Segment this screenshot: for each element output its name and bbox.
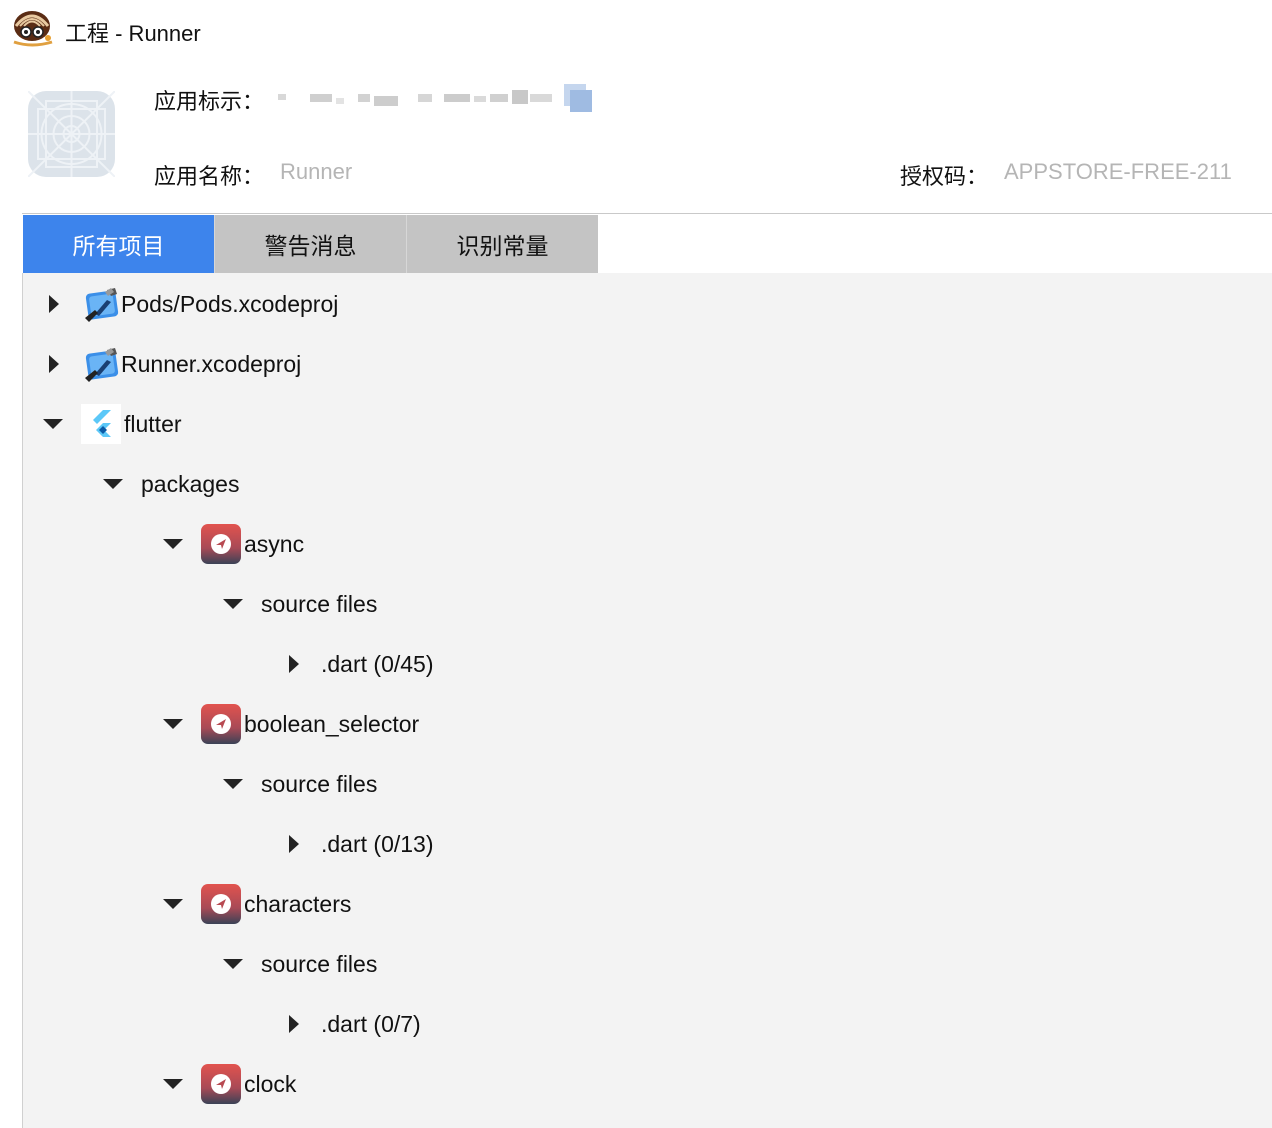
tree-node-package-async[interactable]: async <box>161 524 304 564</box>
tree-node-label: source files <box>261 950 378 977</box>
dart-package-icon <box>201 884 241 924</box>
xcode-project-icon <box>81 344 121 384</box>
title-bar: 工程 - Runner <box>0 0 1272 62</box>
expand-caret-icon[interactable] <box>281 1012 305 1036</box>
collapse-caret-icon[interactable] <box>101 472 125 496</box>
app-name-label: 应用名称： <box>154 164 265 189</box>
tree-node-pods-project[interactable]: Pods/Pods.xcodeproj <box>41 284 338 324</box>
expand-caret-icon[interactable] <box>41 352 65 376</box>
app-window: 工程 - Runner 应用标示： 应用名称： Runner 授权码： APPS… <box>0 0 1272 1128</box>
tree-node-package-clock[interactable]: clock <box>161 1064 296 1104</box>
project-tree: Pods/Pods.xcodeproj Runner.xcodeproj flu… <box>22 273 1272 1128</box>
app-name-value: Runner <box>280 159 353 184</box>
license-label: 授权码： <box>900 164 989 189</box>
tree-node-label: clock <box>244 1070 297 1097</box>
tree-node-runner-project[interactable]: Runner.xcodeproj <box>41 344 301 384</box>
tree-node-label: flutter <box>124 410 182 437</box>
app-logo-icon <box>13 11 53 47</box>
tree-node-label: source files <box>261 590 378 617</box>
flutter-icon <box>81 404 121 444</box>
tree-node-dart-files[interactable]: .dart (0/45) <box>281 644 434 684</box>
tree-node-label: .dart (0/7) <box>321 1010 421 1037</box>
tab-identified-constants[interactable]: 识别常量 <box>406 215 598 273</box>
collapse-caret-icon[interactable] <box>161 532 185 556</box>
tree-node-packages[interactable]: packages <box>101 464 239 504</box>
tab-bar: 所有项目 警告消息 识别常量 <box>23 215 598 273</box>
app-icon-placeholder <box>28 91 115 177</box>
tab-all-items[interactable]: 所有项目 <box>23 215 214 273</box>
dart-package-icon <box>201 704 241 744</box>
tree-node-dart-files[interactable]: .dart (0/7) <box>281 1004 421 1044</box>
tree-node-label: source files <box>261 770 378 797</box>
app-id-label: 应用标示： <box>154 89 265 114</box>
dart-package-icon <box>201 1064 241 1104</box>
collapse-caret-icon[interactable] <box>221 952 245 976</box>
tree-node-flutter[interactable]: flutter <box>41 404 182 444</box>
expand-caret-icon[interactable] <box>41 292 65 316</box>
license-value: APPSTORE-FREE-211 <box>1004 159 1232 184</box>
dart-package-icon <box>201 524 241 564</box>
tree-node-label: Runner.xcodeproj <box>121 350 302 377</box>
tree-node-label: characters <box>244 890 352 917</box>
collapse-caret-icon[interactable] <box>161 892 185 916</box>
tree-node-label: boolean_selector <box>244 710 420 737</box>
tree-node-package-characters[interactable]: characters <box>161 884 351 924</box>
header-divider <box>22 213 1272 214</box>
window-title: 工程 - Runner <box>65 21 201 46</box>
expand-caret-icon[interactable] <box>281 652 305 676</box>
expand-caret-icon[interactable] <box>281 832 305 856</box>
tree-node-label: async <box>244 530 305 557</box>
collapse-caret-icon[interactable] <box>161 712 185 736</box>
tree-node-package-boolean-selector[interactable]: boolean_selector <box>161 704 419 744</box>
tree-node-source-files[interactable]: source files <box>221 944 377 984</box>
tree-node-source-files[interactable]: source files <box>221 764 377 804</box>
collapse-caret-icon[interactable] <box>221 592 245 616</box>
tree-node-label: Pods/Pods.xcodeproj <box>121 290 339 317</box>
tree-node-source-files[interactable]: source files <box>221 584 377 624</box>
xcode-project-icon <box>81 284 121 324</box>
tab-warnings[interactable]: 警告消息 <box>214 215 406 273</box>
app-id-value-redacted <box>278 84 592 112</box>
tree-node-dart-files[interactable]: .dart (0/13) <box>281 824 434 864</box>
collapse-caret-icon[interactable] <box>161 1072 185 1096</box>
tree-node-label: .dart (0/13) <box>321 830 434 857</box>
tree-node-label: .dart (0/45) <box>321 650 434 677</box>
collapse-caret-icon[interactable] <box>221 772 245 796</box>
collapse-caret-icon[interactable] <box>41 412 65 436</box>
tree-node-label: packages <box>141 470 240 497</box>
